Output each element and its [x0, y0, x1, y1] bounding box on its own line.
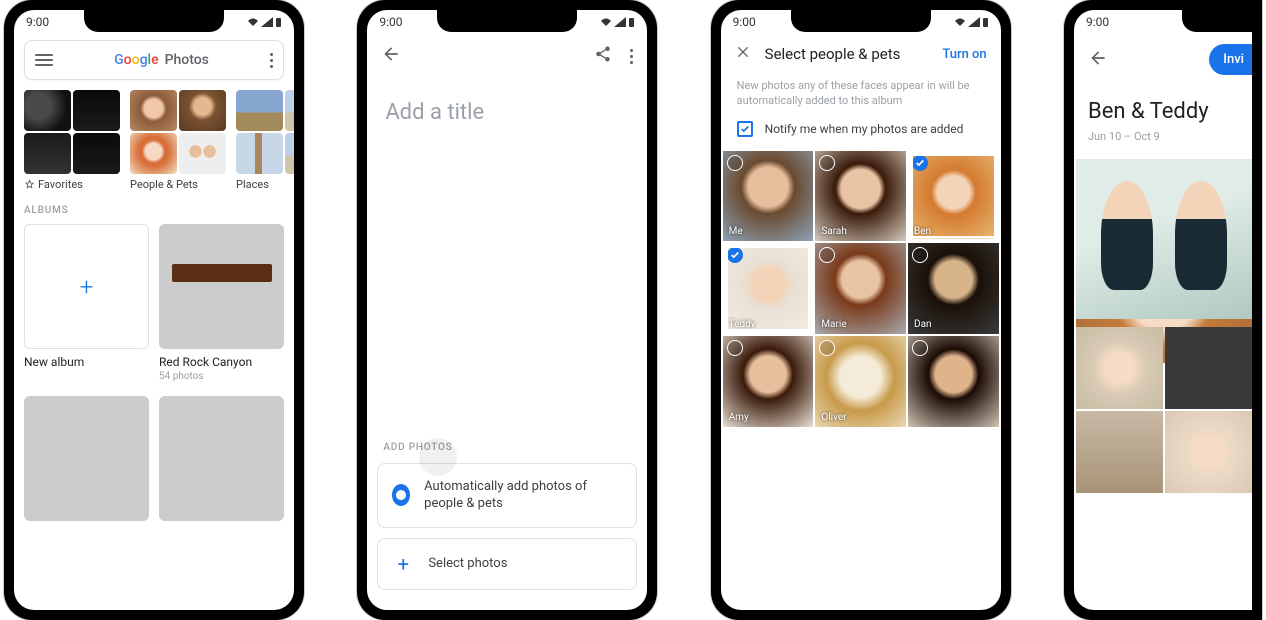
share-icon[interactable] [594, 45, 612, 67]
status-time: 9:00 [1086, 15, 1109, 29]
face-label: Ben [914, 226, 931, 237]
face-icon [392, 484, 410, 506]
face-label: Marie [821, 319, 846, 330]
face-teddy[interactable]: Teddy [723, 243, 814, 334]
album-title: Red Rock Canyon [159, 355, 284, 369]
select-indicator [819, 155, 835, 171]
star-icon [24, 179, 35, 190]
select-indicator-on [912, 155, 928, 171]
photo-item[interactable] [1076, 411, 1163, 493]
status-time: 9:00 [379, 15, 402, 29]
notify-checkbox-row[interactable]: Notify me when my photos are added [721, 121, 1001, 147]
turn-on-button[interactable]: Turn on [942, 47, 986, 62]
overflow-icon[interactable] [630, 49, 633, 64]
face-marie[interactable]: Marie [815, 243, 906, 334]
section-albums-label: ALBUMS [14, 191, 294, 224]
close-icon[interactable] [735, 44, 751, 64]
back-icon[interactable] [1088, 48, 1108, 72]
album-item[interactable] [24, 396, 149, 521]
album-title: New album [24, 355, 149, 369]
face-label: Me [729, 226, 743, 237]
album-red-rock[interactable]: Red Rock Canyon 54 photos [159, 224, 284, 382]
category-places[interactable]: Places [236, 90, 294, 191]
category-label: Favorites [38, 178, 83, 191]
category-people-pets[interactable]: People & Pets [130, 90, 226, 191]
face-label: Amy [729, 412, 749, 423]
select-indicator [727, 340, 743, 356]
option-label: Select photos [428, 555, 507, 573]
status-time: 9:00 [26, 15, 49, 29]
status-icons [954, 17, 989, 28]
face-sarah[interactable]: Sarah [815, 151, 906, 242]
select-indicator [912, 340, 928, 356]
album-gallery[interactable] [1074, 159, 1252, 493]
category-label: People & Pets [130, 178, 198, 191]
face-label: Teddy [729, 319, 756, 330]
checkbox-label: Notify me when my photos are added [765, 122, 964, 136]
face-oliver[interactable]: Oliver [815, 336, 906, 427]
plus-icon: + [392, 553, 414, 575]
photo-item[interactable] [1165, 327, 1252, 409]
face-unnamed[interactable] [908, 336, 999, 427]
album-subtitle: 54 photos [159, 371, 284, 382]
screen-title: Select people & pets [765, 45, 929, 63]
back-icon[interactable] [381, 44, 401, 68]
option-select-photos[interactable]: + Select photos [377, 538, 637, 590]
menu-icon[interactable] [35, 54, 53, 66]
overflow-icon[interactable] [270, 53, 273, 68]
select-indicator-on [727, 247, 743, 263]
status-time: 9:00 [733, 15, 756, 29]
face-amy[interactable]: Amy [723, 336, 814, 427]
photo-item[interactable] [1165, 411, 1252, 493]
help-text: New photos any of these faces appear in … [721, 70, 1001, 121]
invite-button[interactable]: Invi [1209, 44, 1252, 75]
option-label: Automatically add photos of people & pet… [424, 478, 622, 513]
plus-icon: + [80, 273, 94, 301]
photo-item[interactable] [1076, 159, 1252, 319]
category-row[interactable]: Favorites People & Pets Places [14, 90, 294, 191]
album-new[interactable]: + New album [24, 224, 149, 382]
select-indicator [727, 155, 743, 171]
album-title: Ben & Teddy [1074, 79, 1252, 126]
face-ben[interactable]: Ben [908, 151, 999, 242]
section-add-photos-label: ADD PHOTOS [377, 442, 637, 463]
category-label: Places [236, 178, 269, 191]
status-icons [600, 17, 635, 28]
album-item[interactable] [159, 396, 284, 521]
photo-item[interactable] [1076, 327, 1163, 409]
album-title-input[interactable]: Add a title [367, 72, 647, 153]
status-icons [247, 17, 282, 28]
face-me[interactable]: Me [723, 151, 814, 242]
face-dan[interactable]: Dan [908, 243, 999, 334]
face-label: Dan [914, 319, 932, 330]
checkbox-icon[interactable] [737, 121, 753, 137]
category-favorites[interactable]: Favorites [24, 90, 120, 191]
option-auto-add[interactable]: Automatically add photos of people & pet… [377, 463, 637, 528]
search-bar[interactable]: Google Photos [24, 40, 284, 80]
face-label: Oliver [821, 412, 846, 423]
touch-indicator [419, 438, 457, 476]
face-label: Sarah [821, 226, 847, 237]
album-dates: Jun 10 – Oct 9 [1074, 126, 1252, 159]
app-brand: Google Photos [114, 52, 209, 68]
